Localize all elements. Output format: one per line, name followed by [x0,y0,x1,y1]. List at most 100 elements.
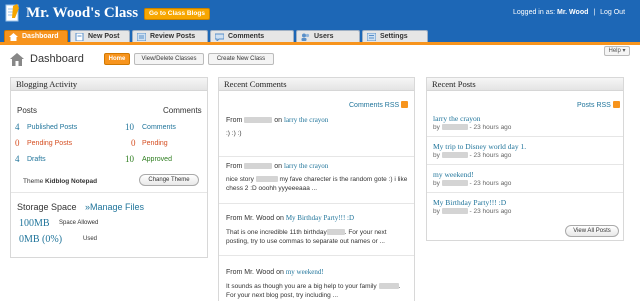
comment-text: That is one incredible 11th birthday [226,229,327,236]
logged-in-user: Mr. Wood [557,9,589,16]
recent-post-4-meta: by - 23 hours ago [433,208,511,215]
redacted-name [441,180,468,186]
top-header-bar: Mr. Wood's Class Go to Class Blogs Logge… [0,0,640,28]
settings-icon [367,33,376,41]
recent-post-4-link[interactable]: My Birthday Party!!! :D [433,198,506,207]
new-post-icon [75,33,84,41]
space-allowed-value: 100MB [19,218,50,229]
drafts-count[interactable]: 4 [15,154,20,164]
logged-in-prefix: Logged in as: [513,9,556,16]
nav-underline-bar [0,42,640,45]
post-time: - 23 hours ago [469,152,512,159]
comment-text: . For your next [344,229,387,236]
post-divider [427,136,623,137]
home-button[interactable]: Home [104,53,130,65]
recent-post-1-link[interactable]: larry the crayon [433,114,480,123]
used-space-value: 0MB (0%) [19,234,63,245]
redacted-name [441,208,468,214]
published-posts-count[interactable]: 4 [15,122,20,132]
published-posts-link[interactable]: Published Posts [27,124,77,131]
comment-divider [219,255,414,256]
comment-divider [219,156,414,157]
page-title: Dashboard [30,53,84,65]
comment-item-1-header: From on larry the crayon [226,116,328,124]
tab-review-posts[interactable]: Review Posts [132,30,208,42]
theme-prefix: Theme [23,178,44,185]
storage-space-title: Storage Space [17,202,77,212]
post-time: - 23 hours ago [469,124,512,131]
drafts-link[interactable]: Drafts [27,156,46,163]
recent-comments-title: Recent Comments [219,78,414,91]
comments-column-header: Comments [163,106,202,115]
pending-posts-link[interactable]: Pending Posts [27,140,72,147]
redacted-name [326,229,345,235]
tab-comments[interactable]: Comments [210,30,294,42]
comment-on: on [276,269,284,276]
post-by: by [433,180,440,187]
tab-users[interactable]: Users [296,30,360,42]
create-new-class-button[interactable]: Create New Class [208,53,274,65]
approved-comments-link[interactable]: Approved [142,156,172,163]
pending-posts-count[interactable]: 0 [15,138,20,148]
view-all-posts-button[interactable]: View All Posts [565,225,619,237]
pending-comments-count[interactable]: 0 [131,138,136,148]
recent-posts-title: Recent Posts [427,78,623,91]
recent-post-2-link[interactable]: My trip to Disney world day 1. [433,142,526,151]
help-dropdown-button[interactable]: Help ▾ [604,46,630,56]
logout-link[interactable]: Log Out [600,9,625,16]
post-time: - 23 hours ago [469,208,512,215]
approved-comments-count[interactable]: 10 [125,154,134,164]
comment-author: From Mr. Wood [226,269,275,276]
comment-item-3-text-line1: That is one incredible 11th birthday . Fo… [226,229,387,236]
view-delete-classes-button[interactable]: View/Delete Classes [134,53,204,65]
comment-post-link[interactable]: my weekend! [286,268,324,276]
users-icon [301,33,310,41]
comment-on: on [274,117,283,124]
rss-icon [612,101,620,108]
comment-author: From [226,117,243,124]
login-status: Logged in as: Mr. Wood | Log Out [513,9,625,16]
comment-post-link[interactable]: larry the crayon [284,162,328,170]
theme-name: Kidblog Notepad [45,178,98,185]
redacted-name [255,176,278,182]
tab-new-post[interactable]: New Post [70,30,130,42]
comment-text: . [398,283,401,290]
tab-review-posts-label: Review Posts [150,33,196,40]
blogging-activity-panel: Blogging Activity Posts Comments 4 Publi… [10,77,208,258]
theme-info: Theme Kidblog Notepad [23,178,97,185]
redacted-name [441,124,468,130]
pending-comments-link[interactable]: Pending [142,140,168,147]
comments-rss-label: Comments RSS [349,102,400,109]
redacted-name [378,283,399,289]
blogging-activity-title: Blogging Activity [11,78,207,91]
posts-rss-label: Posts RSS [577,102,611,109]
comment-on: on [274,163,283,170]
recent-post-3-link[interactable]: my weekend! [433,170,474,179]
comments-link[interactable]: Comments [142,124,176,131]
recent-post-3-meta: by - 23 hours ago [433,180,511,187]
manage-files-link[interactable]: »Manage Files [85,202,144,212]
comment-post-link[interactable]: My Birthday Party!!! :D [286,214,354,222]
main-nav-tabs: Dashboard New Post Review Posts Comments… [0,28,640,42]
recent-post-2-meta: by - 23 hours ago [433,152,511,159]
comment-divider [219,203,414,204]
comment-post-link[interactable]: larry the crayon [284,116,328,124]
comment-author: From [226,163,243,170]
tab-settings[interactable]: Settings [362,30,428,42]
comments-rss-link[interactable]: Comments RSS [349,101,409,109]
used-space-label: Used [83,236,98,242]
comment-item-4-text-line1: It sounds as though you are a big help t… [226,283,400,290]
tab-dashboard[interactable]: Dashboard [4,30,68,42]
comments-count[interactable]: 10 [125,122,134,132]
home-icon [9,33,18,41]
header-separator: | [593,9,596,16]
storage-divider [11,192,207,193]
posts-rss-link[interactable]: Posts RSS [577,101,620,109]
change-theme-button[interactable]: Change Theme [139,174,199,186]
go-to-class-blogs-button[interactable]: Go to Class Blogs [144,8,210,20]
comment-item-2-header: From on larry the crayon [226,162,328,170]
redacted-name [244,117,273,123]
comment-item-2-text-line1: nice story my fave charecter is the rand… [226,176,407,183]
tab-settings-label: Settings [380,33,408,40]
comment-text: my fave charecter is the random gote :) … [279,176,408,183]
